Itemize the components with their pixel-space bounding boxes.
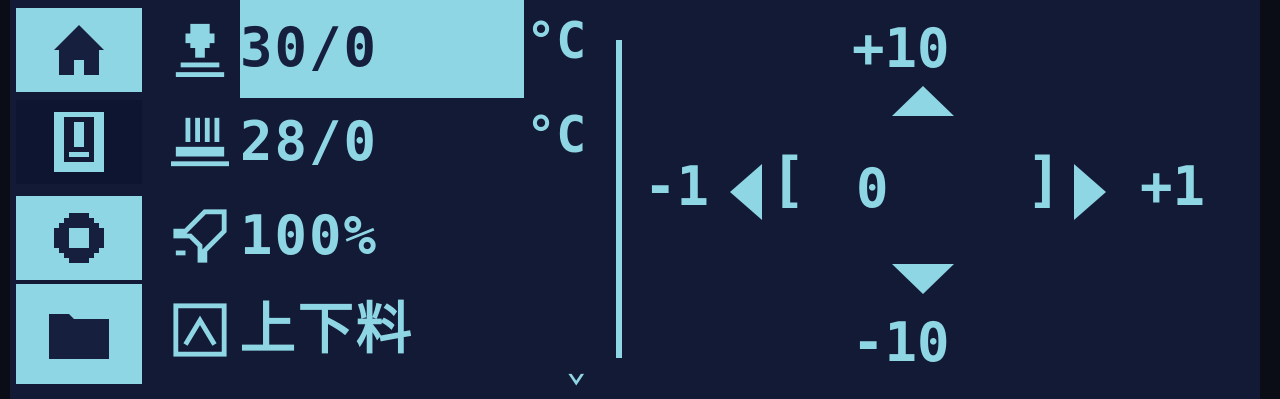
panel-divider	[616, 40, 622, 358]
bed-icon	[160, 107, 240, 177]
nozzle-temp-value: 30/0	[240, 16, 379, 79]
jog-right-arrow-icon[interactable]	[1074, 164, 1106, 220]
print-button[interactable]	[16, 100, 142, 184]
speed-icon	[160, 201, 240, 271]
folder-icon	[49, 314, 109, 359]
nozzle-temp-unit: °C	[526, 12, 587, 70]
bed-temp-value: 28/0	[240, 110, 379, 173]
print-icon	[54, 112, 104, 172]
home-icon	[54, 25, 104, 75]
nozzle-temp-row[interactable]: 30/0	[160, 8, 378, 88]
settings-button[interactable]	[16, 196, 142, 280]
filament-icon	[160, 295, 240, 365]
files-button[interactable]	[16, 284, 142, 384]
jog-down-arrow-icon[interactable]	[892, 264, 954, 294]
jog-up-arrow-icon[interactable]	[892, 86, 954, 116]
jog-down-label: -10	[852, 311, 950, 374]
jog-value[interactable]: 0	[856, 162, 889, 216]
speed-row[interactable]: 100%	[160, 196, 378, 276]
sidebar	[10, 0, 142, 399]
nozzle-icon	[160, 13, 240, 83]
filament-row[interactable]: 上下料	[160, 290, 414, 370]
printer-lcd-screen: 30/0 °C 28/0 °C 100% 上下料 ⌄ +10 -1 [0] …	[10, 0, 1260, 399]
jog-right-label: +1	[1140, 155, 1206, 218]
scroll-down-indicator[interactable]: ⌄	[566, 350, 586, 390]
bed-temp-unit: °C	[526, 106, 587, 164]
speed-value: 100%	[240, 204, 379, 267]
jog-left-label: -1	[644, 155, 710, 218]
value-bracket-left: [	[770, 145, 807, 215]
bed-temp-row[interactable]: 28/0	[160, 102, 378, 182]
gear-icon	[54, 213, 104, 263]
jog-left-arrow-icon[interactable]	[730, 164, 762, 220]
home-button[interactable]	[16, 8, 142, 92]
filament-label: 上下料	[240, 297, 414, 362]
jog-up-label: +10	[852, 17, 950, 80]
value-bracket-right: ]	[1026, 145, 1063, 215]
